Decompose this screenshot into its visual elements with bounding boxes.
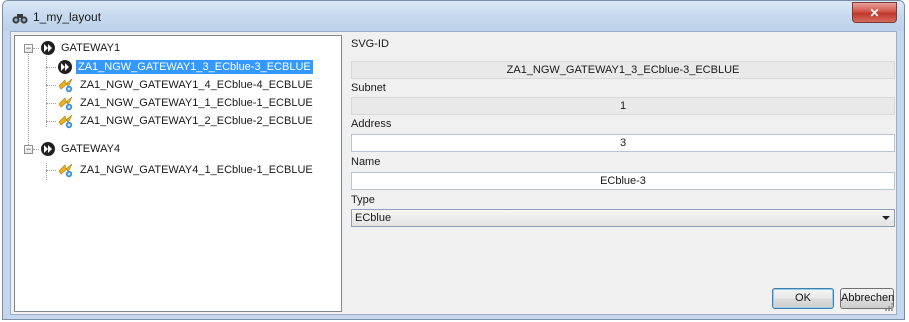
- title-bar[interactable]: 1_my_layout ✕: [3, 1, 904, 31]
- tree-node-device[interactable]: ZA1_NGW_GATEWAY4_1_ECblue-1_ECBLUE: [46, 161, 315, 179]
- tree-node-label: GATEWAY4: [61, 143, 121, 155]
- window-title: 1_my_layout: [33, 10, 102, 24]
- type-select[interactable]: ECblue: [351, 209, 895, 227]
- svg-id-label: SVG-ID: [351, 38, 389, 50]
- subnet-field: 1: [351, 97, 895, 115]
- tree-node-label: ZA1_NGW_GATEWAY1_4_ECblue-4_ECBLUE: [80, 79, 313, 91]
- gateway-forward-icon: [41, 41, 55, 55]
- gateway-forward-icon: [41, 142, 55, 156]
- type-select-value: ECblue: [355, 212, 392, 224]
- device-plug-icon: [58, 96, 73, 111]
- tree-node-label: ZA1_NGW_GATEWAY1_2_ECblue-2_ECBLUE: [80, 115, 313, 127]
- close-button[interactable]: ✕: [852, 2, 897, 23]
- tree-node-gateway4[interactable]: − GATEWAY4: [24, 140, 122, 158]
- close-icon: ✕: [869, 5, 880, 20]
- tree-connector: [28, 46, 29, 149]
- address-field[interactable]: 3: [351, 134, 895, 152]
- tree-node-label: ZA1_NGW_GATEWAY4_1_ECblue-1_ECBLUE: [80, 164, 313, 176]
- collapse-icon[interactable]: −: [24, 144, 33, 154]
- dialog-body: − GATEWAY1 ZA1_NGW_GATEWAY1_3_ECblue-3_E…: [10, 31, 897, 315]
- ok-button[interactable]: OK: [772, 288, 834, 309]
- binoculars-icon: [12, 14, 28, 24]
- subnet-label: Subnet: [351, 82, 386, 94]
- chevron-down-icon[interactable]: [882, 216, 890, 220]
- device-plug-icon: [58, 78, 73, 93]
- tree-node-device[interactable]: ZA1_NGW_GATEWAY1_3_ECblue-3_ECBLUE: [46, 58, 313, 76]
- tree-node-device[interactable]: ZA1_NGW_GATEWAY1_2_ECblue-2_ECBLUE: [46, 112, 315, 130]
- device-plug-icon: [58, 163, 73, 178]
- device-plug-icon: [58, 114, 73, 129]
- address-label: Address: [351, 118, 392, 130]
- collapse-icon[interactable]: −: [24, 43, 33, 53]
- type-label: Type: [351, 194, 375, 206]
- tree-node-label: ZA1_NGW_GATEWAY1_3_ECblue-3_ECBLUE: [76, 60, 313, 74]
- tree-node-label: ZA1_NGW_GATEWAY1_1_ECblue-1_ECBLUE: [80, 97, 313, 109]
- device-tree[interactable]: − GATEWAY1 ZA1_NGW_GATEWAY1_3_ECblue-3_E…: [14, 35, 342, 312]
- svg-id-field: ZA1_NGW_GATEWAY1_3_ECblue-3_ECBLUE: [351, 61, 895, 79]
- tree-node-gateway1[interactable]: − GATEWAY1: [24, 39, 122, 57]
- gateway-forward-icon: [58, 60, 72, 74]
- name-label: Name: [351, 156, 381, 168]
- tree-node-device[interactable]: ZA1_NGW_GATEWAY1_1_ECblue-1_ECBLUE: [46, 94, 315, 112]
- tree-node-label: GATEWAY1: [61, 42, 121, 54]
- tree-node-device[interactable]: ZA1_NGW_GATEWAY1_4_ECblue-4_ECBLUE: [46, 76, 315, 94]
- name-field[interactable]: ECblue-3: [351, 172, 895, 190]
- resize-grip-icon[interactable]: [884, 302, 894, 312]
- dialog-window: 1_my_layout ✕ − GATEWAY1 ZA1_NGW_GATEWAY…: [2, 0, 905, 320]
